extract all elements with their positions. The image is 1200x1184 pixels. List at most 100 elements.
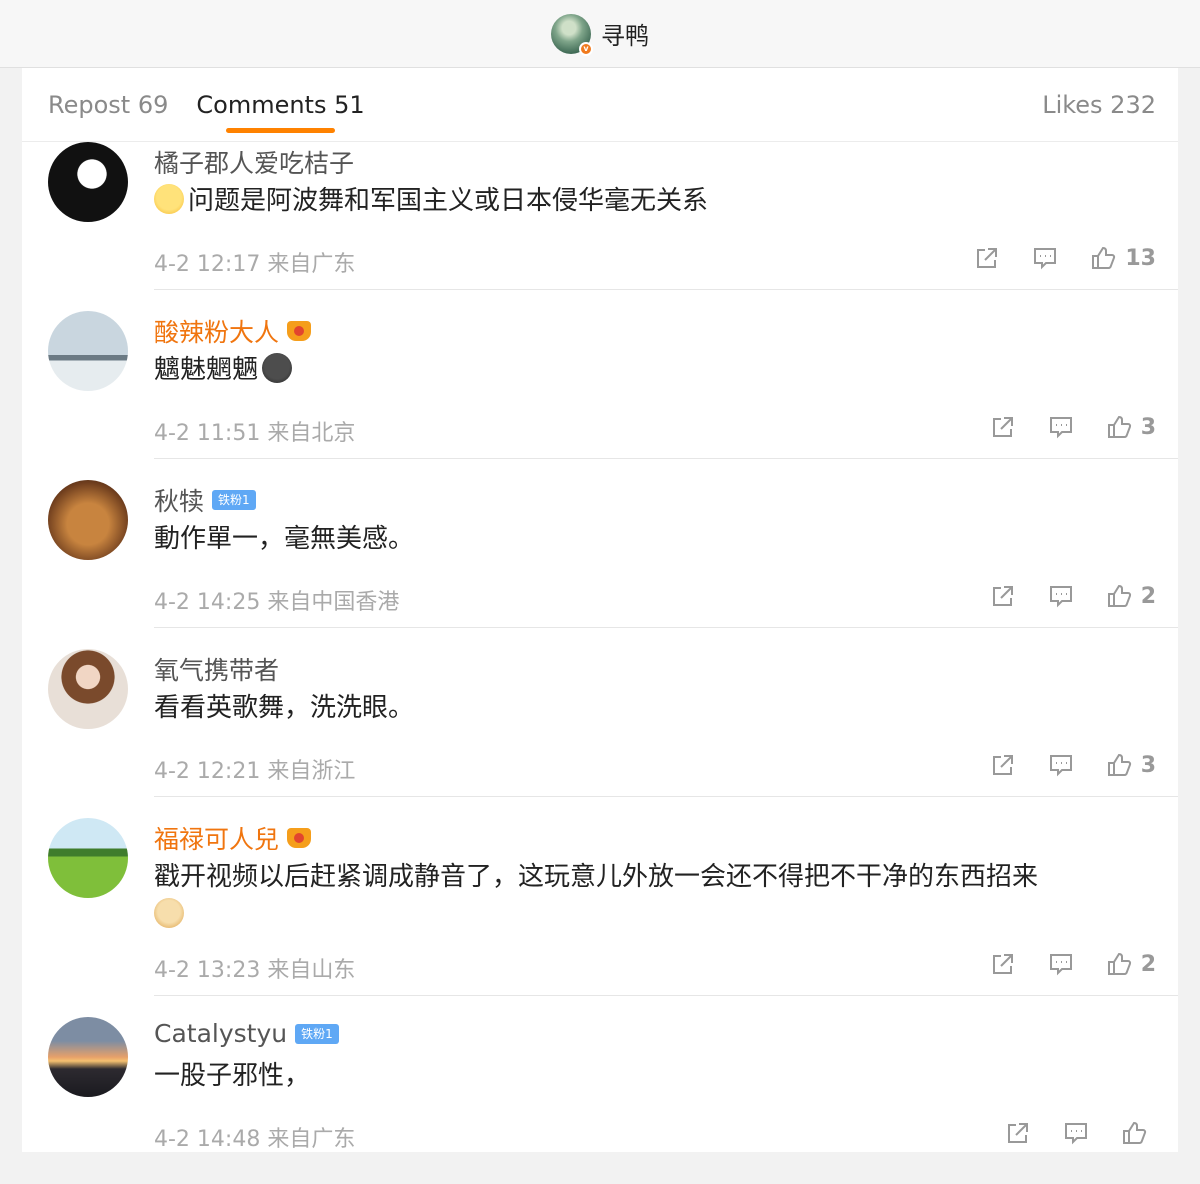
avatar[interactable] (48, 311, 128, 391)
comment-meta: 4-2 13:23 来自山东 (154, 952, 355, 984)
like-count: 2 (1140, 583, 1156, 609)
comment-location: 来自中国香港 (267, 590, 400, 615)
tab-bar: Repost 69 Comments 51 Likes 232 (22, 68, 1178, 142)
thumbs-up-icon (1107, 415, 1131, 438)
tab-comments[interactable]: Comments 51 (196, 90, 365, 133)
comment-icon (1049, 755, 1072, 777)
comment-username[interactable]: 福禄可人兒 (154, 820, 312, 856)
comments-panel: Repost 69 Comments 51 Likes 232 橘子郡人爱吃桔子… (22, 68, 1178, 1152)
comment-item: 酸辣粉大人 魑魅魍魉 4-2 11:51 来自北京 3 (22, 311, 1178, 459)
comment-time: 4-2 14:25 (154, 590, 261, 615)
share-icon (977, 248, 998, 268)
share-icon (1008, 1123, 1028, 1143)
like-button[interactable]: 2 (1105, 950, 1156, 978)
comment-text: 问题是阿波舞和军国主义或日本侵华毫无关系 (154, 182, 1154, 220)
comment-time: 4-2 11:51 (154, 421, 261, 446)
comment-location: 来自北京 (267, 421, 356, 446)
avatar[interactable] (48, 818, 128, 898)
divider (154, 995, 1178, 996)
comment-username[interactable]: 秋犊 铁粉1 (154, 482, 256, 518)
avatar[interactable] (48, 649, 128, 729)
comment-time: 4-2 14:48 (154, 1127, 261, 1152)
vip-crown-icon (287, 828, 312, 848)
comment-username[interactable]: Catalystyu 铁粉1 (154, 1019, 339, 1048)
reply-button[interactable] (1047, 751, 1075, 779)
comment-location: 来自浙江 (267, 759, 356, 784)
tab-repost[interactable]: Repost 69 (48, 91, 168, 119)
like-count: 3 (1140, 414, 1156, 440)
comment-item: 秋犊 铁粉1 動作單一，毫無美感。 4-2 14:25 来自中国香港 2 (22, 480, 1178, 628)
doge-emoji-icon (154, 898, 184, 928)
comment-location: 来自广东 (267, 1127, 356, 1152)
comment-icon (1049, 954, 1072, 976)
comment-item: Catalystyu 铁粉1 一股子邪性， 4-2 14:48 来自广东 (22, 1017, 1178, 1152)
comment-actions: 2 (989, 950, 1156, 978)
comment-item: 氧气携带者 看看英歌舞，洗洗眼。 4-2 12:21 来自浙江 3 (22, 649, 1178, 797)
account-avatar[interactable]: v (551, 13, 593, 56)
fan-badge: 铁粉1 (295, 1023, 339, 1044)
like-button[interactable]: 3 (1105, 413, 1156, 441)
vip-crown-icon (287, 321, 312, 341)
active-tab-indicator (226, 127, 335, 133)
comment-time: 4-2 12:17 (154, 252, 261, 277)
like-button[interactable] (1120, 1119, 1156, 1147)
comment-username[interactable]: 酸辣粉大人 (154, 313, 312, 349)
divider (154, 627, 1178, 628)
tab-comments-label: Comments 51 (196, 90, 365, 119)
share-icon (992, 586, 1013, 606)
avatar[interactable] (48, 1017, 128, 1097)
share-icon (992, 417, 1013, 437)
comment-icon (1034, 248, 1057, 270)
reply-button[interactable] (1062, 1119, 1090, 1147)
username-text: Catalystyu (154, 1019, 288, 1048)
like-count: 3 (1140, 752, 1156, 778)
username-text: 酸辣粉大人 (154, 318, 280, 347)
comment-text: 動作單一，毫無美感。 (154, 524, 415, 554)
divider (154, 458, 1178, 459)
comment-actions: 2 (989, 582, 1156, 610)
comment-meta: 4-2 14:25 来自中国香港 (154, 584, 399, 616)
tab-likes[interactable]: Likes 232 (1042, 91, 1156, 119)
comment-icon (1049, 586, 1072, 608)
share-button[interactable] (989, 950, 1017, 978)
comment-text: 看看英歌舞，洗洗眼。 (154, 693, 415, 723)
crying-emoji-icon (262, 353, 293, 383)
reply-button[interactable] (1047, 950, 1075, 978)
avatar[interactable] (48, 480, 128, 560)
comment-body: 魑魅魍魉 (154, 355, 259, 385)
like-button[interactable]: 13 (1089, 244, 1156, 272)
comment-username[interactable]: 氧气携带者 (154, 651, 279, 687)
comment-actions (1004, 1119, 1156, 1147)
thumbs-up-icon (1092, 246, 1116, 269)
reply-button[interactable] (1047, 413, 1075, 441)
like-button[interactable]: 2 (1105, 582, 1156, 610)
share-button[interactable] (989, 582, 1017, 610)
comment-location: 来自山东 (267, 958, 356, 983)
share-icon (992, 954, 1013, 974)
thumbs-up-icon (1107, 753, 1131, 776)
share-icon (992, 755, 1013, 775)
comment-body: 问题是阿波舞和军国主义或日本侵华毫无关系 (188, 186, 709, 216)
comment-meta: 4-2 14:48 来自广东 (154, 1121, 355, 1152)
share-button[interactable] (989, 751, 1017, 779)
like-button[interactable]: 3 (1105, 751, 1156, 779)
thumbs-up-icon (1123, 1121, 1147, 1144)
comment-icon (1049, 417, 1072, 439)
comment-actions: 3 (989, 413, 1156, 441)
reply-button[interactable] (1031, 244, 1059, 272)
comment-location: 来自广东 (267, 252, 356, 277)
comment-meta: 4-2 12:17 来自广东 (154, 246, 355, 278)
share-button[interactable] (989, 413, 1017, 441)
account-name[interactable]: 寻鸭 (601, 16, 649, 51)
comment-item: 福禄可人兒 戳开视频以后赶紧调成静音了，这玩意儿外放一会还不得把不干净的东西招来… (22, 818, 1178, 996)
reply-button[interactable] (1047, 582, 1075, 610)
share-button[interactable] (1004, 1119, 1032, 1147)
avatar[interactable] (48, 142, 128, 222)
share-button[interactable] (973, 244, 1001, 272)
comment-item: 橘子郡人爱吃桔子 问题是阿波舞和军国主义或日本侵华毫无关系 4-2 12:17 … (22, 142, 1178, 290)
username-text: 福禄可人兒 (154, 825, 280, 854)
comment-meta: 4-2 11:51 来自北京 (154, 415, 355, 447)
like-count: 2 (1140, 951, 1156, 977)
comment-username[interactable]: 橘子郡人爱吃桔子 (154, 144, 354, 180)
top-bar: v 寻鸭 (0, 0, 1200, 68)
